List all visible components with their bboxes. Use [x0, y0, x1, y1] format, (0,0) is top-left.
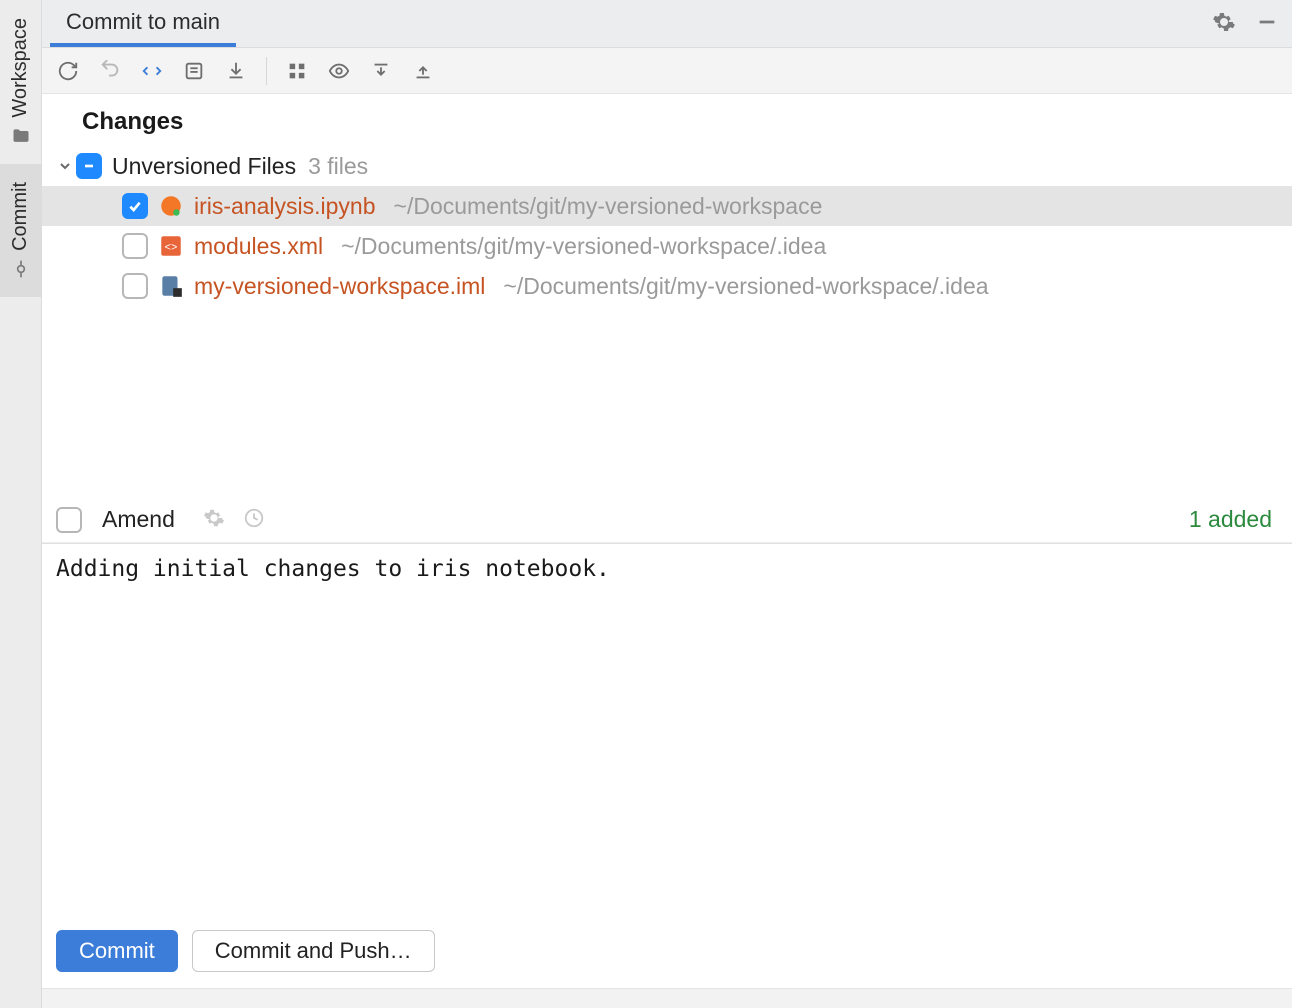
rail-item-workspace[interactable]: Workspace — [0, 0, 41, 164]
changes-header: Changes — [42, 102, 1292, 146]
amend-label: Amend — [102, 506, 175, 533]
status-added: 1 added — [1189, 506, 1278, 533]
collapse-all-button[interactable] — [405, 53, 441, 89]
group-count: 3 files — [308, 153, 368, 180]
rail-item-commit[interactable]: Commit — [0, 164, 41, 297]
file-name: modules.xml — [194, 233, 323, 260]
rollback-button[interactable] — [92, 53, 128, 89]
toolbar-separator — [266, 57, 267, 85]
status-strip — [42, 988, 1292, 1008]
diff-button[interactable] — [134, 53, 170, 89]
file-checkbox[interactable] — [122, 193, 148, 219]
file-path: ~/Documents/git/my-versioned-workspace — [394, 193, 823, 220]
tab-bar: Commit to main — [42, 0, 1292, 48]
tab-commit-to-main[interactable]: Commit to main — [50, 0, 236, 47]
chevron-down-icon[interactable] — [54, 158, 76, 174]
changes-tree: Changes Unversioned Files 3 files iris-a… — [42, 94, 1292, 497]
refresh-button[interactable] — [50, 53, 86, 89]
tab-title: Commit to main — [66, 9, 220, 35]
changes-toolbar — [42, 48, 1292, 94]
file-row[interactable]: iris-analysis.ipynb ~/Documents/git/my-v… — [42, 186, 1292, 226]
svg-text:<>: <> — [165, 241, 178, 253]
rail-label-workspace: Workspace — [9, 18, 32, 118]
commit-icon — [11, 259, 31, 279]
commit-options-gear-icon[interactable] — [203, 507, 225, 532]
iml-file-icon — [158, 273, 184, 299]
file-row[interactable]: my-versioned-workspace.iml ~/Documents/g… — [42, 266, 1292, 306]
commit-tool-window: Commit to main Changes — [42, 0, 1292, 1008]
commit-and-push-button[interactable]: Commit and Push… — [192, 930, 435, 972]
commit-message-area: Adding initial changes to iris notebook. — [42, 543, 1292, 926]
amend-checkbox[interactable] — [56, 507, 82, 533]
group-label: Unversioned Files — [112, 153, 296, 180]
file-path: ~/Documents/git/my-versioned-workspace/.… — [503, 273, 988, 300]
group-by-button[interactable] — [279, 53, 315, 89]
file-checkbox[interactable] — [122, 273, 148, 299]
commit-history-icon[interactable] — [243, 507, 265, 532]
xml-file-icon: <> — [158, 233, 184, 259]
jupyter-file-icon — [158, 193, 184, 219]
commit-button[interactable]: Commit — [56, 930, 178, 972]
tool-window-rail: Workspace Commit — [0, 0, 42, 1008]
file-path: ~/Documents/git/my-versioned-workspace/.… — [341, 233, 826, 260]
view-options-button[interactable] — [321, 53, 357, 89]
changelist-button[interactable] — [176, 53, 212, 89]
commit-button-bar: Commit Commit and Push… — [42, 926, 1292, 988]
expand-all-button[interactable] — [363, 53, 399, 89]
file-row[interactable]: <> modules.xml ~/Documents/git/my-versio… — [42, 226, 1292, 266]
gear-icon[interactable] — [1212, 10, 1236, 37]
group-row-unversioned[interactable]: Unversioned Files 3 files — [42, 146, 1292, 186]
shelve-button[interactable] — [218, 53, 254, 89]
amend-bar: Amend 1 added — [42, 497, 1292, 543]
file-name: iris-analysis.ipynb — [194, 193, 376, 220]
rail-label-commit: Commit — [9, 182, 32, 251]
file-name: my-versioned-workspace.iml — [194, 273, 485, 300]
minimize-icon[interactable] — [1256, 11, 1278, 36]
file-checkbox[interactable] — [122, 233, 148, 259]
commit-message-input[interactable]: Adding initial changes to iris notebook. — [42, 543, 1292, 923]
folder-icon — [11, 126, 31, 146]
group-checkbox[interactable] — [76, 153, 102, 179]
